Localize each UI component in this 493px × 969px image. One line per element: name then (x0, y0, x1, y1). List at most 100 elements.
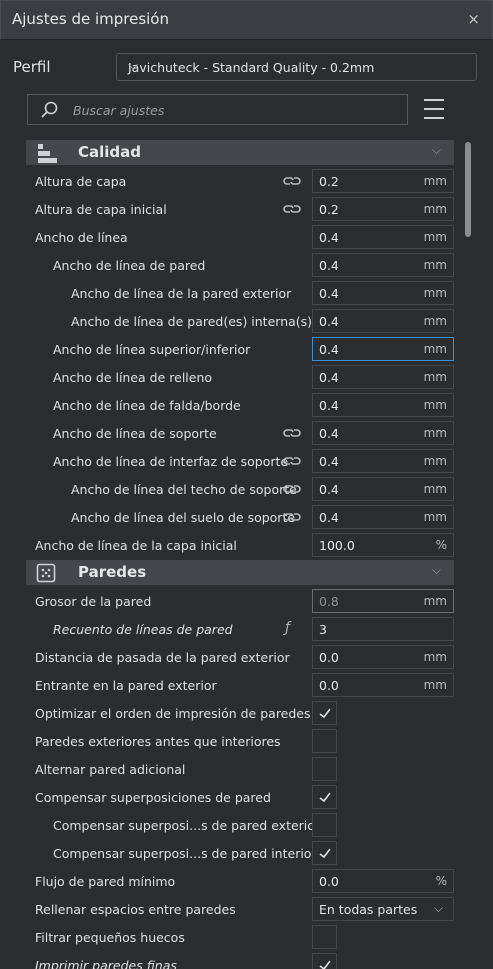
setting-unit: mm (423, 342, 447, 356)
category-header[interactable]: Paredes ⌵ (26, 560, 454, 585)
category-header[interactable]: Calidad ⌵ (26, 140, 454, 165)
settings-list[interactable]: Calidad ⌵ Altura de capa 0.2 mm Altura de cap… (0, 140, 460, 969)
setting-row: Ancho de línea de soporte 0.4 mm (0, 420, 460, 448)
setting-input[interactable]: 0.4 mm (312, 281, 454, 305)
setting-checkbox[interactable] (312, 757, 337, 781)
setting-label: Ancho de línea del suelo de soporte (71, 510, 296, 525)
setting-value: 0.4 (319, 314, 339, 329)
setting-label: Ancho de línea del techo de soporte (71, 482, 297, 497)
setting-checkbox[interactable] (312, 841, 337, 865)
setting-unit: mm (423, 426, 447, 440)
hamburger-menu-icon[interactable] (424, 99, 444, 119)
close-icon[interactable]: × (467, 10, 480, 28)
setting-value: 0.4 (319, 370, 339, 385)
setting-row: Alternar pared adicional (0, 756, 460, 784)
setting-row: Ancho de línea de relleno 0.4 mm (0, 364, 460, 392)
setting-input[interactable]: 100.0% (312, 533, 454, 557)
setting-input[interactable]: 0.8 mm (312, 589, 454, 613)
setting-value: 0.0 (319, 874, 339, 889)
setting-value: 100.0 (319, 538, 355, 553)
setting-label: Filtrar pequeños huecos (35, 930, 185, 945)
setting-row: Altura de capa inicial 0.2 mm (0, 196, 460, 224)
link-icon[interactable] (283, 201, 301, 221)
setting-input[interactable]: 0.4 mm (312, 449, 454, 473)
setting-row: Grosor de la pared 0.8 mm (0, 588, 460, 616)
title-bar: Ajustes de impresión × (0, 0, 493, 40)
setting-input[interactable]: 0.4 mm (312, 421, 454, 445)
setting-row: Compensar superposi...s de pared interio… (0, 840, 460, 868)
link-icon[interactable] (283, 453, 301, 473)
setting-row: Ancho de línea de la pared exterior 0.4 mm (0, 280, 460, 308)
setting-input[interactable]: 0.4 mm (312, 477, 454, 501)
setting-row: Paredes exteriores antes que interiores (0, 728, 460, 756)
setting-label: Alternar pared adicional (35, 762, 186, 777)
setting-input[interactable]: 0.4 mm (312, 505, 454, 529)
setting-unit: % (435, 874, 447, 888)
setting-label: Ancho de línea de la pared exterior (71, 286, 292, 301)
chevron-down-icon: ⌵ (431, 563, 441, 577)
setting-checkbox[interactable] (312, 729, 337, 753)
setting-label: Flujo de pared mínimo (35, 874, 176, 889)
search-input[interactable]: Buscar ajustes (27, 94, 408, 125)
setting-label: Ancho de línea superior/inferior (53, 342, 251, 357)
setting-value: 0.4 (319, 286, 339, 301)
window-title: Ajustes de impresión (12, 10, 169, 28)
setting-input[interactable]: 0.4 mm (312, 253, 454, 277)
setting-value: 0.8 (319, 594, 339, 609)
setting-checkbox[interactable] (312, 785, 337, 809)
setting-unit: mm (423, 258, 447, 272)
setting-input[interactable]: 0.4 mm (312, 337, 454, 361)
link-icon[interactable] (283, 173, 301, 193)
checkmark-icon (319, 789, 331, 808)
setting-checkbox[interactable] (312, 701, 337, 725)
setting-row: Optimizar el orden de impresión de pared… (0, 700, 460, 728)
profile-select[interactable]: Javichuteck - Standard Quality - 0.2mm ⌵ (116, 53, 477, 81)
setting-unit: mm (423, 650, 447, 664)
search-placeholder: Buscar ajustes (73, 103, 165, 118)
setting-label: Compensar superposi...s de pared interio… (53, 846, 317, 861)
setting-unit: mm (423, 594, 447, 608)
setting-row: Ancho de línea de falda/borde 0.4 mm (0, 392, 460, 420)
setting-input[interactable]: 0.0 mm (312, 645, 454, 669)
profile-label: Perfil (13, 58, 51, 76)
setting-row: Filtrar pequeños huecos (0, 924, 460, 952)
setting-input[interactable]: 0.4 mm (312, 393, 454, 417)
setting-row: Ancho de línea superior/inferior 0.4 mm (0, 336, 460, 364)
setting-input[interactable]: 0.4 mm (312, 365, 454, 389)
setting-label: Altura de capa inicial (35, 202, 167, 217)
setting-row: Ancho de línea del techo de soporte 0.4 mm (0, 476, 460, 504)
setting-row: Ancho de línea 0.4 mm (0, 224, 460, 252)
setting-unit: mm (423, 482, 447, 496)
setting-checkbox[interactable] (312, 925, 337, 949)
setting-input[interactable]: 0.0 mm (312, 673, 454, 697)
setting-label: Compensar superposiciones de pared (35, 790, 271, 805)
setting-label: Distancia de pasada de la pared exterior (35, 650, 290, 665)
link-icon[interactable] (283, 509, 301, 529)
setting-input[interactable]: 0.2 mm (312, 197, 454, 221)
setting-row: Ancho de línea de pared(es) interna(s) 0.… (0, 308, 460, 336)
scrollbar[interactable] (465, 142, 471, 237)
setting-input[interactable]: 0.4 mm (312, 225, 454, 249)
link-icon[interactable] (283, 425, 301, 445)
setting-label: Grosor de la pared (35, 594, 152, 609)
setting-row: Entrante en la pared exterior 0.0 mm (0, 672, 460, 700)
setting-checkbox[interactable] (312, 953, 337, 969)
setting-label: Ancho de línea de la capa inicial (35, 538, 237, 553)
setting-dropdown[interactable]: En todas partes ⌵ (312, 897, 454, 921)
setting-label: Ancho de línea de pared(es) interna(s) (71, 314, 313, 329)
setting-input[interactable]: 0.2 mm (312, 169, 454, 193)
setting-input[interactable]: 0.4 mm (312, 309, 454, 333)
setting-row: Ancho de línea de la capa inicial 100.0% (0, 532, 460, 560)
setting-input[interactable]: 0.0% (312, 869, 454, 893)
link-icon[interactable] (283, 481, 301, 501)
setting-label: Ancho de línea de soporte (53, 426, 217, 441)
setting-label: Optimizar el orden de impresión de pared… (35, 706, 311, 721)
setting-label: Ancho de línea de falda/borde (53, 398, 241, 413)
setting-unit: mm (423, 230, 447, 244)
setting-unit: % (435, 538, 447, 552)
setting-label: Altura de capa (35, 174, 127, 189)
setting-input[interactable]: 3 (312, 617, 454, 641)
setting-value: 0.4 (319, 426, 339, 441)
function-icon[interactable]: ƒ (285, 620, 290, 636)
setting-checkbox[interactable] (312, 813, 337, 837)
